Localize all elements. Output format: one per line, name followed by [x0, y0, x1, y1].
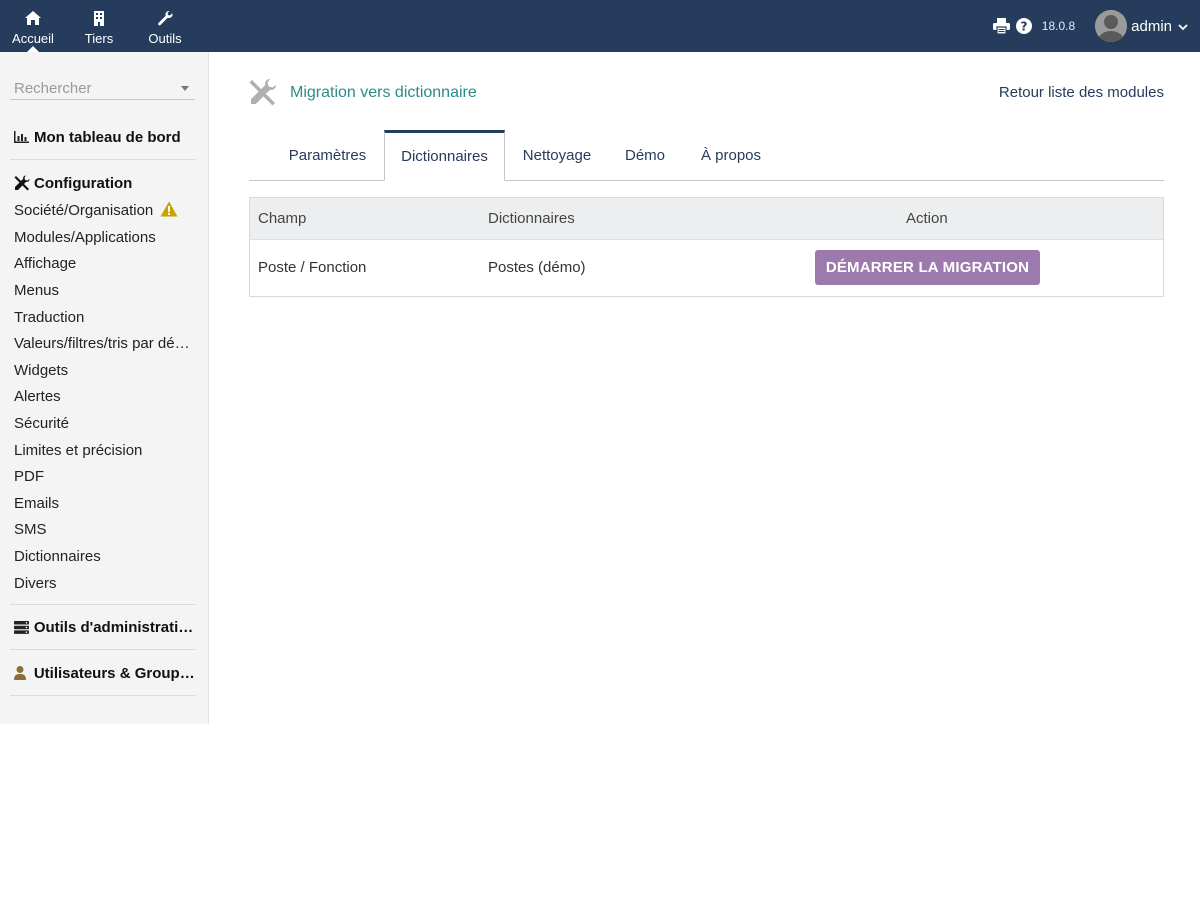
chevron-down-icon[interactable]: [1178, 18, 1188, 35]
header-dictionnaires: Dictionnaires: [488, 210, 575, 227]
sidebar-item-affichage[interactable]: Affichage: [14, 254, 192, 274]
tools-icon: [10, 175, 34, 191]
topmenu-accueil[interactable]: Accueil: [0, 0, 66, 52]
sidebar-configuration[interactable]: Configuration: [10, 172, 195, 194]
sidebar-item-securite[interactable]: Sécurité: [14, 414, 192, 434]
page-title: Migration vers dictionnaire: [290, 84, 477, 101]
header-champ: Champ: [258, 210, 307, 227]
sidebar-item-traduction[interactable]: Traduction: [14, 308, 192, 328]
tab-dictionnaires[interactable]: Dictionnaires: [384, 130, 505, 181]
top-bar: Accueil Tiers Outils ? 18.0.8 admin: [0, 0, 1200, 52]
title-row: Migration vers dictionnaire Retour liste…: [249, 78, 1164, 106]
avatar[interactable]: [1095, 10, 1128, 42]
sidebar-configuration-label: Configuration: [34, 174, 133, 192]
sidebar-admin-tools-label: Outils d'administration: [33, 618, 195, 636]
divider: [10, 695, 196, 696]
search-select[interactable]: Rechercher: [10, 78, 195, 100]
sidebar: Rechercher Mon tableau de bord Configura…: [0, 52, 209, 724]
tab-nettoyage[interactable]: Nettoyage: [511, 130, 603, 181]
sidebar-item-menus[interactable]: Menus: [14, 281, 192, 301]
tab-bar: Paramètres Dictionnaires Nettoyage Démo …: [249, 130, 1164, 181]
building-icon: [93, 10, 105, 26]
back-to-modules-link[interactable]: Retour liste des modules: [999, 84, 1164, 101]
print-icon[interactable]: [992, 18, 1010, 34]
start-migration-button[interactable]: DÉMARRER LA MIGRATION: [815, 250, 1040, 285]
server-icon: [10, 620, 34, 634]
migration-table: Champ Dictionnaires Action Poste / Fonct…: [249, 197, 1164, 297]
username[interactable]: admin: [1131, 18, 1172, 35]
cell-champ: Poste / Fonction: [258, 259, 367, 276]
sidebar-item-modules[interactable]: Modules/Applications: [14, 228, 192, 248]
topmenu-label: Tiers: [84, 31, 114, 46]
sidebar-item-emails[interactable]: Emails: [14, 494, 192, 514]
divider: [10, 604, 196, 605]
warning-icon: [160, 201, 178, 223]
sidebar-item-valeurs[interactable]: Valeurs/filtres/tris par défaut: [14, 334, 192, 354]
sidebar-dashboard-label: Mon tableau de bord: [34, 128, 181, 146]
topmenu-label: Accueil: [12, 31, 54, 46]
tab-parametres[interactable]: Paramètres: [277, 130, 378, 181]
home-icon: [25, 10, 41, 26]
topmenu-label: Outils: [148, 31, 182, 46]
table-header: Champ Dictionnaires Action: [250, 198, 1163, 240]
tab-demo[interactable]: Démo: [615, 130, 675, 181]
sidebar-item-limites[interactable]: Limites et précision: [14, 441, 192, 461]
sidebar-item-label: Société/Organisation: [14, 202, 154, 219]
sidebar-item-dictionnaires[interactable]: Dictionnaires: [14, 547, 192, 567]
sidebar-users-groups[interactable]: Utilisateurs & Groupes: [10, 662, 195, 684]
sidebar-dashboard[interactable]: Mon tableau de bord: [10, 126, 195, 148]
chart-line-icon: [10, 131, 34, 143]
help-icon[interactable]: ?: [1015, 18, 1032, 34]
search-placeholder: Rechercher: [14, 80, 92, 97]
top-menu: Accueil Tiers Outils: [0, 0, 198, 52]
sidebar-users-groups-label: Utilisateurs & Groupes: [33, 664, 195, 682]
user-icon: [10, 666, 34, 680]
divider: [10, 159, 196, 160]
sidebar-item-societe[interactable]: Société/Organisation: [14, 201, 192, 221]
sidebar-item-widgets[interactable]: Widgets: [14, 361, 192, 381]
cell-dictionnaire: Postes (démo): [488, 259, 586, 276]
sidebar-admin-tools[interactable]: Outils d'administration: [10, 616, 195, 638]
topmenu-outils[interactable]: Outils: [132, 0, 198, 52]
topmenu-tiers[interactable]: Tiers: [66, 0, 132, 52]
divider: [10, 649, 196, 650]
top-right-tools: ? 18.0.8 admin: [992, 0, 1188, 52]
caret-down-icon: [181, 86, 189, 91]
wrench-icon: [157, 10, 173, 26]
sidebar-item-pdf[interactable]: PDF: [14, 467, 192, 487]
tab-a-propos[interactable]: À propos: [691, 130, 771, 181]
tools-icon: [249, 78, 277, 110]
version-label: 18.0.8: [1041, 19, 1076, 33]
svg-text:?: ?: [1020, 20, 1027, 34]
table-row: Poste / Fonction Postes (démo) DÉMARRER …: [250, 240, 1163, 296]
sidebar-item-sms[interactable]: SMS: [14, 520, 192, 540]
sidebar-item-divers[interactable]: Divers: [14, 574, 192, 594]
header-action: Action: [906, 210, 948, 227]
sidebar-item-alertes[interactable]: Alertes: [14, 387, 192, 407]
